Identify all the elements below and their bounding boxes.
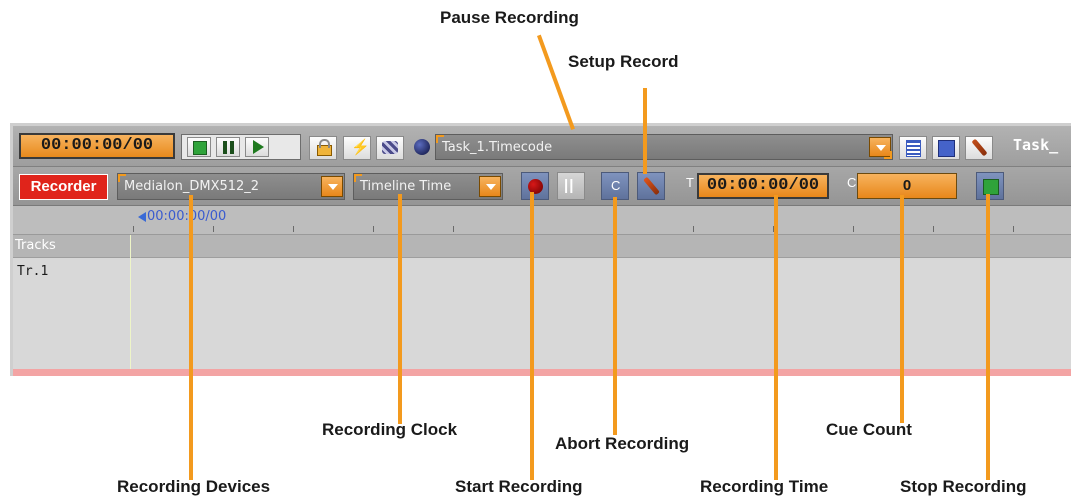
leader-stop (986, 194, 990, 480)
wrench-icon (971, 138, 988, 157)
network-button[interactable] (376, 136, 404, 160)
abort-icon: C (611, 178, 621, 193)
list-icon (906, 140, 921, 157)
pause-button[interactable] (216, 137, 240, 157)
task-dropdown[interactable]: Task_1.Timecode (435, 134, 893, 160)
wrench-icon (643, 176, 660, 196)
tracks-header: Tracks (13, 235, 1071, 257)
settings-button[interactable] (965, 136, 993, 160)
abort-recording-button[interactable]: C (601, 172, 629, 200)
callout-recording-time: Recording Time (700, 477, 829, 496)
timeline-cursor-marker (138, 212, 146, 222)
lightning-icon: ⚡ (351, 139, 370, 156)
callout-start-recording: Start Recording (455, 477, 583, 496)
leader-setup (643, 88, 647, 174)
recorder-window: 00:00:00/00 ⚡ Task_1.Timecode Task_ Reco… (10, 123, 1071, 376)
list-button[interactable] (899, 136, 927, 160)
stop-icon (983, 179, 999, 195)
callout-stop-recording: Stop Recording (900, 477, 1027, 496)
setup-record-button[interactable] (637, 172, 665, 200)
leader-cue (900, 195, 904, 423)
main-timecode-display: 00:00:00/00 (19, 133, 175, 159)
leader-devices (189, 195, 193, 480)
leader-clock (398, 194, 402, 424)
play-button[interactable] (245, 137, 269, 157)
recording-clock-dropdown[interactable]: Timeline Time (353, 173, 503, 200)
chevron-down-icon[interactable] (321, 176, 343, 197)
timeline-ticks (133, 226, 1071, 232)
track-name-column-divider (130, 235, 131, 376)
sort-icon (938, 140, 955, 157)
track-name: Tr.1 (17, 264, 49, 279)
track-bottom-bar (13, 369, 1071, 376)
task-label: Task_ (1013, 136, 1059, 154)
recording-time-display: 00:00:00/00 (697, 173, 829, 199)
play-icon (253, 140, 264, 154)
stop-button[interactable] (187, 137, 211, 157)
recorder-label: Recorder (19, 174, 108, 200)
timeline-ruler[interactable]: 00:00:00/00 (13, 206, 1071, 235)
pause-icon: || (564, 177, 575, 194)
callout-pause-recording: Pause Recording (440, 8, 579, 27)
network-icon (382, 141, 398, 154)
callout-recording-clock: Recording Clock (322, 420, 458, 439)
callout-recording-devices: Recording Devices (117, 477, 271, 496)
recording-devices-dropdown[interactable]: Medialon_DMX512_2 (117, 173, 345, 200)
leader-start (530, 192, 534, 480)
pause-recording-button[interactable]: || (557, 172, 585, 200)
leader-rec-time (774, 195, 778, 480)
lightning-button[interactable]: ⚡ (343, 136, 371, 160)
main-toolbar: 00:00:00/00 ⚡ Task_1.Timecode Task_ (13, 126, 1071, 167)
leader-pause (537, 34, 575, 130)
track-row[interactable]: Tr.1 (13, 257, 1071, 370)
transport-group (181, 134, 301, 160)
cue-count-display: 0 (857, 173, 957, 199)
recording-time-prefix: T (686, 175, 694, 190)
stop-recording-button[interactable] (976, 172, 1004, 200)
pause-icon (223, 141, 235, 154)
leader-abort (613, 197, 617, 435)
stop-icon (193, 141, 207, 155)
start-recording-button[interactable] (521, 172, 549, 200)
sort-button[interactable] (932, 136, 960, 160)
chevron-down-icon[interactable] (479, 176, 501, 197)
recording-devices-value: Medialon_DMX512_2 (124, 179, 260, 194)
timeline-cursor-time: 00:00:00/00 (147, 209, 227, 224)
callout-abort-recording: Abort Recording (555, 434, 690, 453)
recording-clock-value: Timeline Time (360, 179, 452, 194)
cue-count-prefix: C (847, 175, 857, 190)
task-dropdown-value: Task_1.Timecode (442, 140, 553, 155)
callout-cue-count: Cue Count (826, 420, 912, 439)
lock-button[interactable] (309, 136, 337, 160)
status-dot-icon (414, 139, 430, 155)
tracks-header-label: Tracks (15, 238, 56, 253)
recorder-toolbar: Recorder Medialon_DMX512_2 Timeline Time… (13, 167, 1071, 206)
callout-setup-record: Setup Record (568, 52, 679, 71)
